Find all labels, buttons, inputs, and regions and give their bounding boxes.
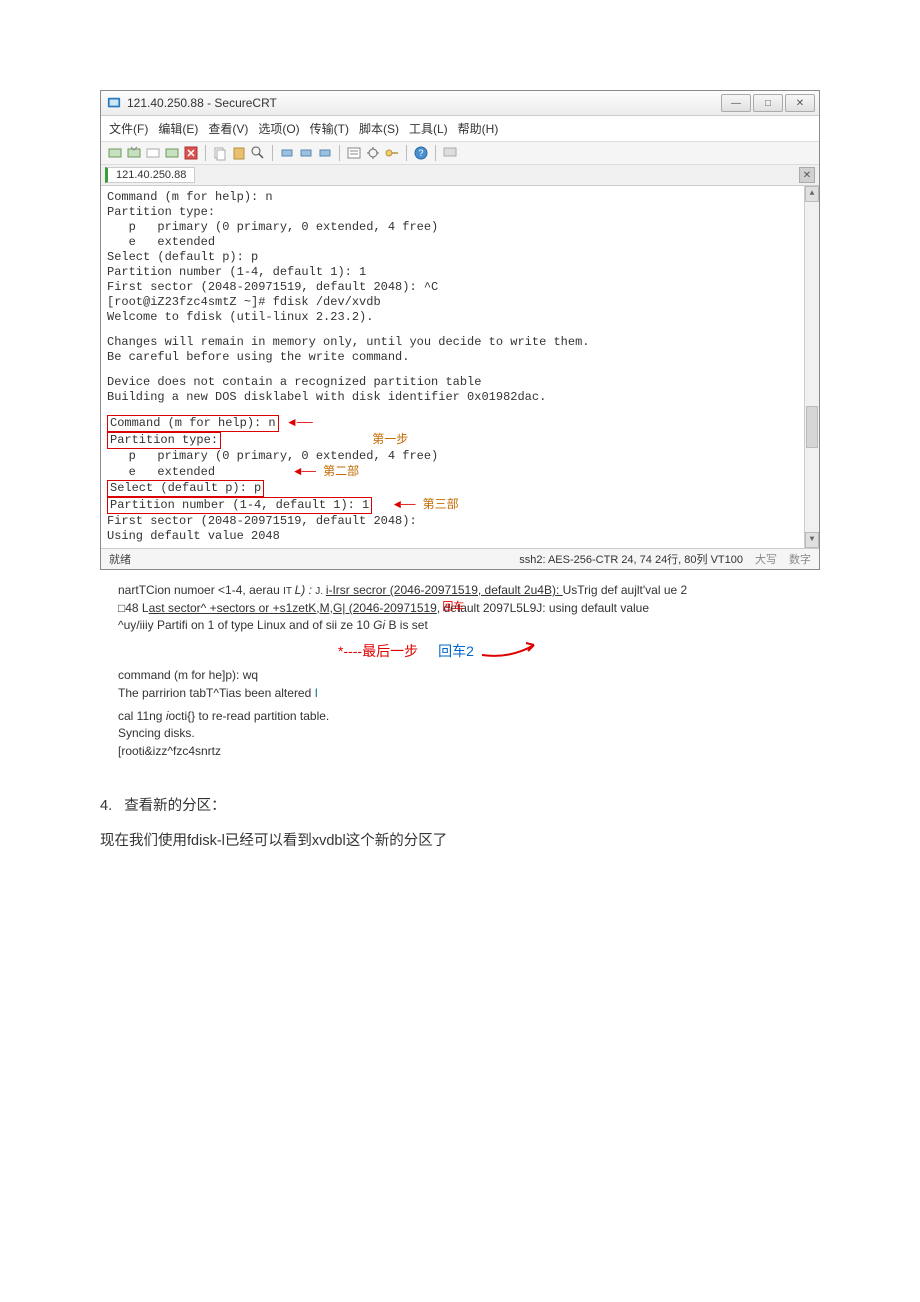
key-icon[interactable]	[384, 145, 400, 161]
reconnect-icon[interactable]	[145, 145, 161, 161]
app-icon	[107, 96, 121, 110]
terminal-ptype-head: Partition type: 第一步	[107, 432, 813, 449]
statusbar: 就绪 ssh2: AES-256-CTR 24, 74 24行, 80列 VT1…	[101, 548, 819, 569]
terminal-ptype-e: e extended ◄── 第二部	[107, 464, 813, 480]
help-icon[interactable]: ?	[413, 145, 429, 161]
status-caps: 大写	[755, 551, 777, 567]
titlebar: 121.40.250.88 - SecureCRT — □ ✕	[101, 91, 819, 116]
menu-tools[interactable]: 工具(L)	[409, 120, 448, 137]
menu-script[interactable]: 脚本(S)	[359, 120, 399, 137]
connect-icon[interactable]	[107, 145, 123, 161]
scroll-up-icon[interactable]: ▲	[805, 186, 819, 202]
copy-icon[interactable]	[212, 145, 228, 161]
securecrt-window: 121.40.250.88 - SecureCRT — □ ✕ 文件(F) 编辑…	[100, 90, 820, 570]
status-num: 数字	[789, 551, 811, 567]
paste-icon[interactable]	[231, 145, 247, 161]
annot-step3: 第三部	[423, 497, 459, 511]
maximize-button[interactable]: □	[753, 94, 783, 112]
print-icon[interactable]	[279, 145, 295, 161]
menubar: 文件(F) 编辑(E) 查看(V) 选项(O) 传输(T) 脚本(S) 工具(L…	[101, 116, 819, 142]
section-heading: 4. 查看新的分区：	[100, 794, 820, 815]
terminal-firstsec: First sector (2048-20971519, default 204…	[107, 514, 813, 529]
scroll-down-icon[interactable]: ▼	[805, 532, 819, 548]
disconnect-icon[interactable]	[164, 145, 180, 161]
options-icon[interactable]	[365, 145, 381, 161]
terminal-output-2: Changes will remain in memory only, unti…	[107, 335, 813, 365]
terminal-partnum: Partition number (1-4, default 1): 1 ◄──…	[107, 497, 813, 514]
status-ready: 就绪	[109, 551, 131, 567]
scroll-thumb[interactable]	[806, 406, 818, 448]
terminal-select: Select (default p): p	[107, 480, 813, 497]
menu-transfer[interactable]: 传输(T)	[310, 120, 349, 137]
body-paragraph: 现在我们使用fdisk-l已经可以看到xvdbl这个新的分区了	[100, 829, 820, 850]
annot-step1: 第一步	[372, 432, 408, 446]
arrow-sketch-icon	[480, 641, 540, 661]
annot-step2: 第二部	[323, 464, 359, 478]
terminal-output-3: Device does not contain a recognized par…	[107, 375, 813, 405]
print3-icon[interactable]	[317, 145, 333, 161]
annot-last-step: *----最后一步	[338, 641, 418, 661]
tab-close-button[interactable]: ✕	[799, 167, 815, 183]
menu-edit[interactable]: 编辑(E)	[158, 120, 198, 137]
terminal-scrollbar[interactable]: ▲ ▼	[804, 186, 819, 548]
close-session-icon[interactable]	[183, 145, 199, 161]
toolbar: ?	[101, 142, 819, 165]
terminal-usingdef: Using default value 2048	[107, 529, 813, 544]
window-title: 121.40.250.88 - SecureCRT	[127, 96, 277, 110]
arrow-step1-icon	[286, 416, 312, 430]
terminal-area[interactable]: Command (m for help): n Partition type: …	[101, 186, 819, 548]
properties-icon[interactable]	[346, 145, 362, 161]
terminal-cmd-line: Command (m for help): n	[107, 416, 279, 430]
menu-view[interactable]: 查看(V)	[208, 120, 248, 137]
find-icon[interactable]	[250, 145, 266, 161]
below-text-block: nartTCion numoer <1-4, aerau IT L) : J. …	[118, 582, 820, 760]
chat-icon[interactable]	[442, 145, 458, 161]
tabbar: 121.40.250.88 ✕	[101, 165, 819, 186]
menu-file[interactable]: 文件(F)	[109, 120, 148, 137]
annot-huiche-inline: 回车	[442, 601, 464, 613]
terminal-output-1: Command (m for help): n Partition type: …	[107, 190, 813, 325]
close-button[interactable]: ✕	[785, 94, 815, 112]
annot-huiche2: 回车2	[438, 641, 540, 661]
print2-icon[interactable]	[298, 145, 314, 161]
quick-connect-icon[interactable]	[126, 145, 142, 161]
svg-text:?: ?	[418, 148, 423, 158]
minimize-button[interactable]: —	[721, 94, 751, 112]
menu-help[interactable]: 帮助(H)	[458, 120, 499, 137]
terminal-ptype-p: p primary (0 primary, 0 extended, 4 free…	[107, 449, 813, 464]
session-tab[interactable]: 121.40.250.88	[105, 167, 195, 183]
menu-options[interactable]: 选项(O)	[258, 120, 299, 137]
status-connection: ssh2: AES-256-CTR 24, 74 24行, 80列 VT100	[519, 551, 743, 567]
